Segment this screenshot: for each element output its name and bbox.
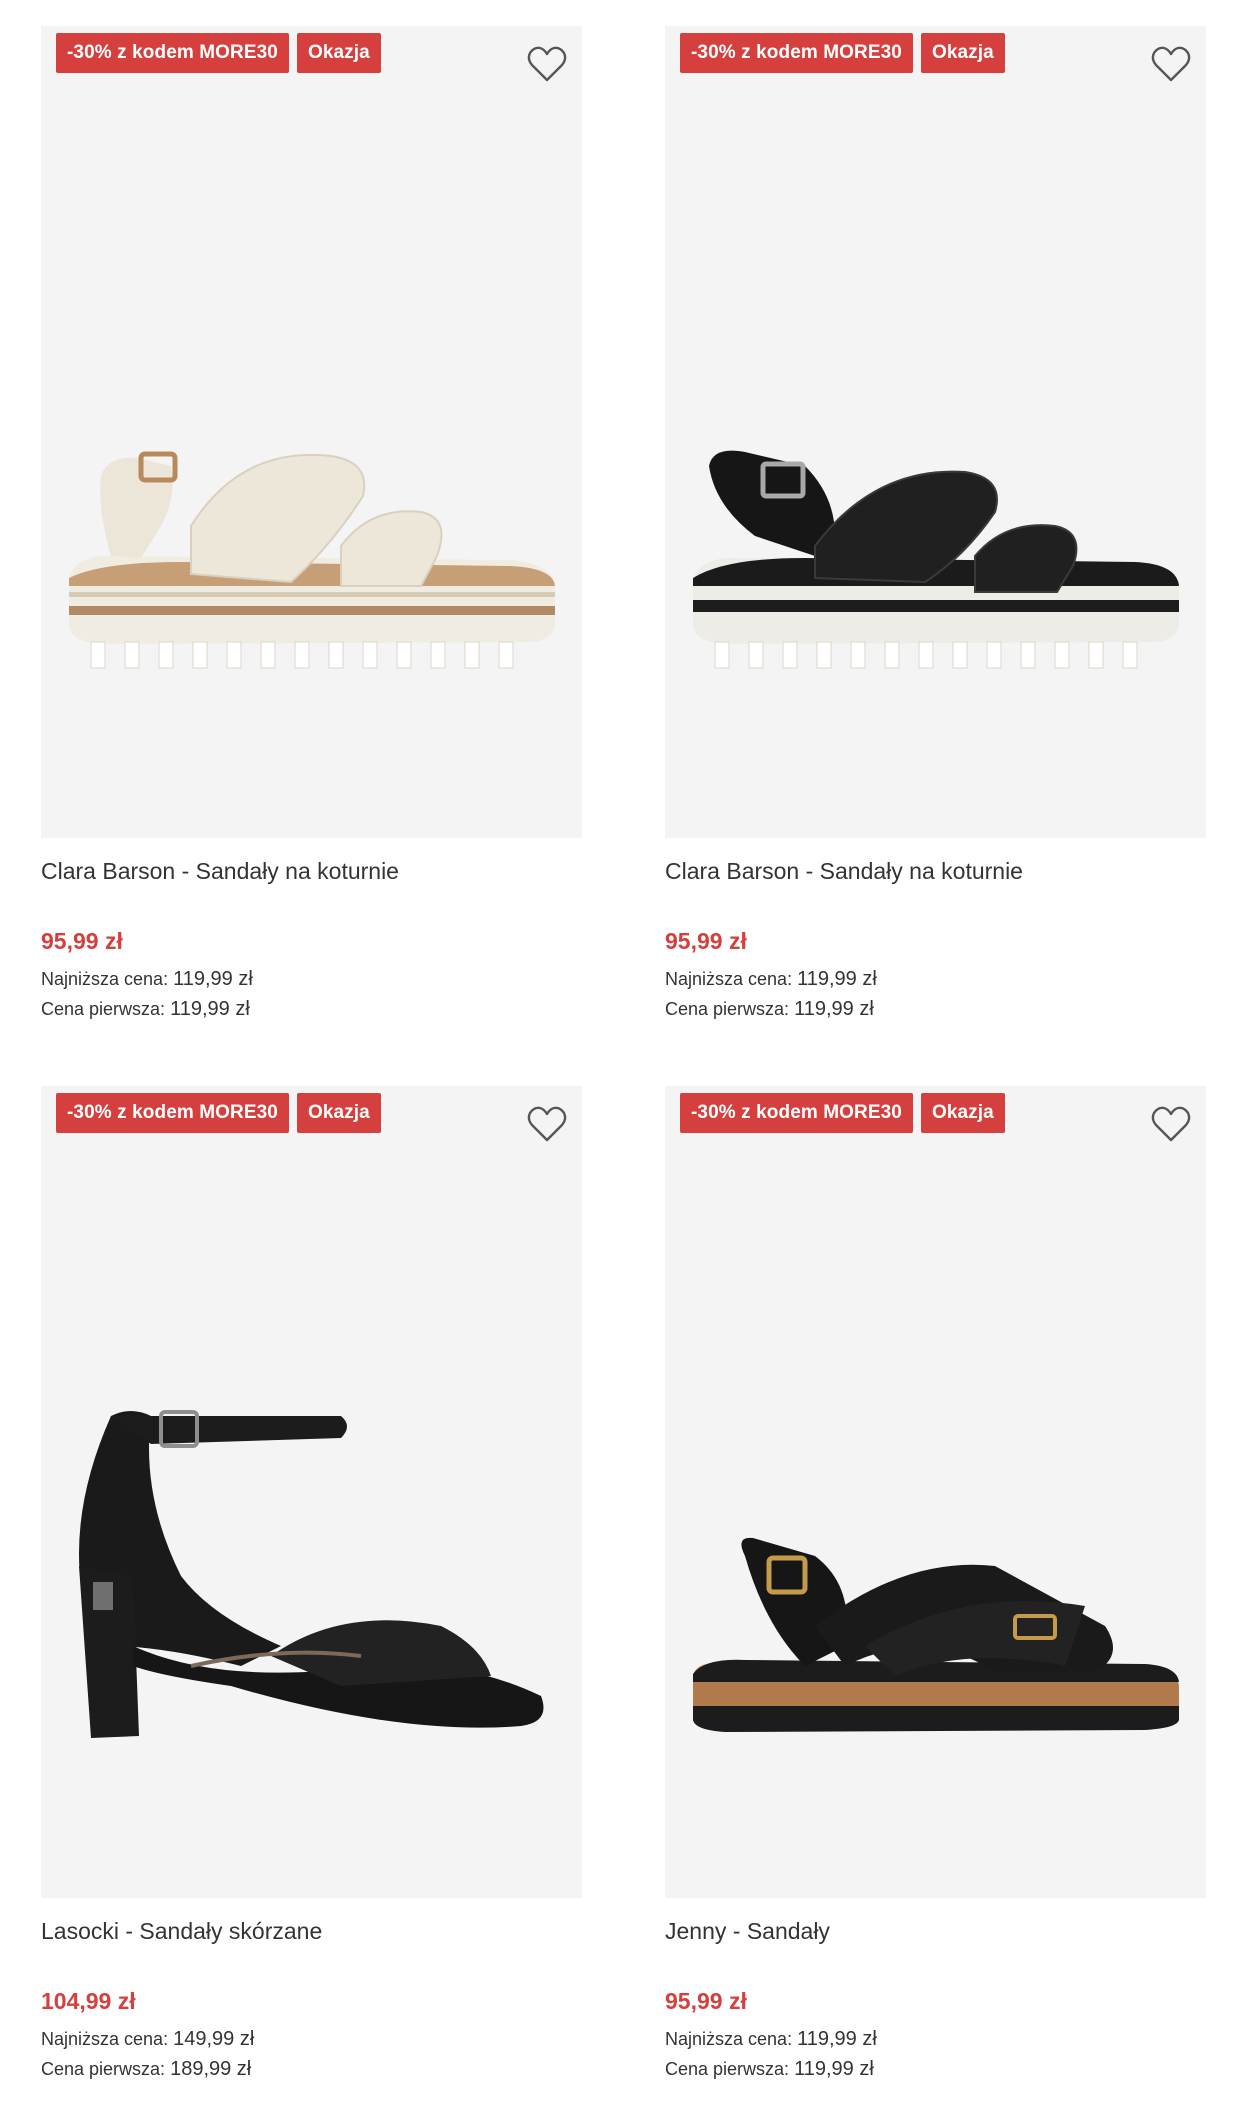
- discount-code-badge: -30% z kodem MORE30: [56, 1093, 289, 1133]
- first-price-row: Cena pierwsza: 189,99 zł: [41, 2054, 582, 2084]
- lowest-price-value: 119,99 zł: [797, 2028, 877, 2050]
- discount-code-badge: -30% z kodem MORE30: [680, 33, 913, 73]
- product-image[interactable]: [41, 26, 582, 838]
- lowest-price-row: Najniższa cena: 119,99 zł: [665, 2024, 1206, 2054]
- first-price-value: 189,99 zł: [170, 2058, 252, 2080]
- first-price-label: Cena pierwsza:: [41, 2059, 166, 2079]
- heart-outline-icon[interactable]: [1150, 44, 1192, 84]
- product-name[interactable]: Clara Barson - Sandały na koturnie: [665, 856, 1206, 886]
- product-price: 95,99 zł: [41, 928, 123, 954]
- product-image-area[interactable]: -30% z kodem MORE30 Okazja: [665, 1086, 1206, 1898]
- discount-code-badge: -30% z kodem MORE30: [56, 33, 289, 73]
- lowest-price-value: 119,99 zł: [797, 968, 877, 990]
- heart-outline-icon[interactable]: [526, 1104, 568, 1144]
- lowest-price-value: 119,99 zł: [173, 968, 253, 990]
- deal-badge: Okazja: [920, 33, 1005, 73]
- lowest-price-row: Najniższa cena: 119,99 zł: [41, 964, 582, 994]
- product-image[interactable]: [665, 26, 1206, 838]
- deal-badge: Okazja: [296, 33, 381, 73]
- lowest-price-row: Najniższa cena: 119,99 zł: [665, 964, 1206, 994]
- lowest-price-label: Najniższa cena:: [665, 2029, 793, 2049]
- first-price-row: Cena pierwsza: 119,99 zł: [41, 994, 582, 1024]
- product-name[interactable]: Jenny - Sandały: [665, 1916, 1206, 1946]
- first-price-label: Cena pierwsza:: [665, 2059, 790, 2079]
- first-price-value: 119,99 zł: [170, 998, 250, 1020]
- first-price-row: Cena pierwsza: 119,99 zł: [665, 994, 1206, 1024]
- product-card[interactable]: -30% z kodem MORE30 Okazja Lasocki - San…: [41, 1086, 582, 2084]
- product-grid: -30% z kodem MORE30 Okazja Clara Barson …: [0, 0, 1250, 2123]
- product-image-area[interactable]: -30% z kodem MORE30 Okazja: [41, 26, 582, 838]
- deal-badge: Okazja: [920, 1093, 1005, 1133]
- heart-outline-icon[interactable]: [1150, 1104, 1192, 1144]
- product-image-area[interactable]: -30% z kodem MORE30 Okazja: [41, 1086, 582, 1898]
- product-card[interactable]: -30% z kodem MORE30 Okazja Jenny - Sanda…: [665, 1086, 1206, 2084]
- lowest-price-label: Najniższa cena:: [41, 969, 169, 989]
- badge-group: -30% z kodem MORE30 Okazja: [56, 33, 381, 73]
- product-image[interactable]: [665, 1086, 1206, 1898]
- discount-code-badge: -30% z kodem MORE30: [680, 1093, 913, 1133]
- product-price: 95,99 zł: [665, 928, 747, 954]
- lowest-price-label: Najniższa cena:: [41, 2029, 169, 2049]
- badge-group: -30% z kodem MORE30 Okazja: [680, 1093, 1005, 1133]
- heart-outline-icon[interactable]: [526, 44, 568, 84]
- deal-badge: Okazja: [296, 1093, 381, 1133]
- first-price-label: Cena pierwsza:: [41, 999, 166, 1019]
- lowest-price-value: 149,99 zł: [173, 2028, 255, 2050]
- product-price: 104,99 zł: [41, 1988, 136, 2014]
- product-name[interactable]: Clara Barson - Sandały na koturnie: [41, 856, 582, 886]
- product-card[interactable]: -30% z kodem MORE30 Okazja Clara Barson …: [41, 26, 582, 1024]
- lowest-price-label: Najniższa cena:: [665, 969, 793, 989]
- first-price-row: Cena pierwsza: 119,99 zł: [665, 2054, 1206, 2084]
- product-card[interactable]: -30% z kodem MORE30 Okazja Clara Barson …: [665, 26, 1206, 1024]
- lowest-price-row: Najniższa cena: 149,99 zł: [41, 2024, 582, 2054]
- badge-group: -30% z kodem MORE30 Okazja: [680, 33, 1005, 73]
- first-price-label: Cena pierwsza:: [665, 999, 790, 1019]
- first-price-value: 119,99 zł: [794, 2058, 874, 2080]
- product-name[interactable]: Lasocki - Sandały skórzane: [41, 1916, 582, 1946]
- product-image-area[interactable]: -30% z kodem MORE30 Okazja: [665, 26, 1206, 838]
- first-price-value: 119,99 zł: [794, 998, 874, 1020]
- product-image[interactable]: [41, 1086, 582, 1898]
- product-price: 95,99 zł: [665, 1988, 747, 2014]
- badge-group: -30% z kodem MORE30 Okazja: [56, 1093, 381, 1133]
